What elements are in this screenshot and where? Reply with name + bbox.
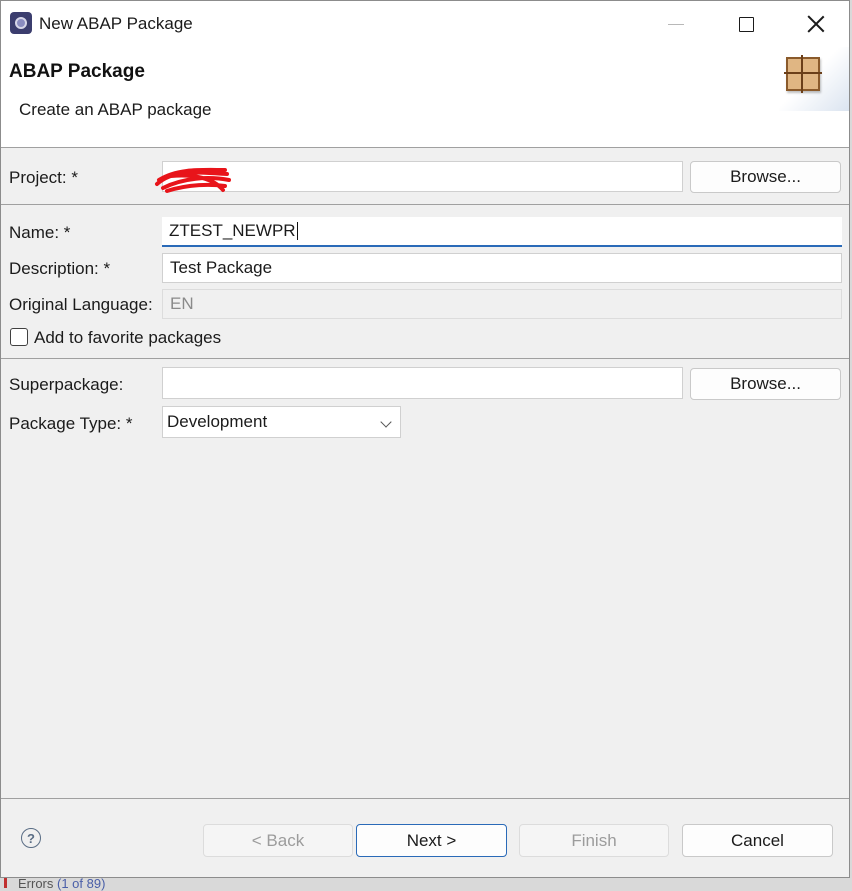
title-bar[interactable]: New ABAP Package xyxy=(1,1,849,47)
favorite-checkbox[interactable] xyxy=(10,328,28,346)
finish-button[interactable]: Finish xyxy=(519,824,669,857)
background-window-text: Errors (1 of 89) xyxy=(4,876,105,891)
name-label: Name: * xyxy=(9,223,71,242)
description-field[interactable]: Test Package xyxy=(162,253,842,283)
separator xyxy=(1,358,849,359)
cancel-button[interactable]: Cancel xyxy=(682,824,833,857)
name-field[interactable]: ZTEST_NEWPR xyxy=(162,217,842,247)
description-label: Description: * xyxy=(9,259,111,278)
original-language-field: EN xyxy=(162,289,842,319)
page-title: ABAP Package xyxy=(9,61,145,82)
project-browse-button[interactable]: Browse... xyxy=(690,161,841,193)
maximize-icon xyxy=(738,16,754,32)
close-icon xyxy=(807,15,825,33)
wizard-banner: ABAP Package Create an ABAP package xyxy=(1,47,849,148)
separator xyxy=(1,798,849,799)
package-type-label: Package Type: * xyxy=(9,414,133,433)
superpackage-field[interactable] xyxy=(162,367,683,399)
redaction-scribble xyxy=(155,167,231,193)
error-marker-icon xyxy=(4,878,7,888)
window-title: New ABAP Package xyxy=(39,14,193,33)
minimize-button[interactable] xyxy=(641,1,711,47)
errors-label: Errors xyxy=(18,876,54,891)
minimize-icon xyxy=(668,23,684,25)
package-icon xyxy=(784,55,822,93)
superpackage-browse-button[interactable]: Browse... xyxy=(690,368,841,400)
errors-count-link[interactable]: (1 of 89) xyxy=(57,876,105,891)
new-abap-package-dialog: New ABAP Package ABAP Package Create an … xyxy=(0,0,850,878)
original-language-label: Original Language: xyxy=(9,295,153,314)
page-description: Create an ABAP package xyxy=(19,100,212,119)
help-icon[interactable]: ? xyxy=(21,828,41,848)
maximize-button[interactable] xyxy=(711,1,781,47)
project-field[interactable] xyxy=(162,161,683,192)
project-label: Project: * xyxy=(9,168,78,187)
close-button[interactable] xyxy=(781,1,849,47)
text-cursor xyxy=(296,222,298,240)
package-type-select[interactable]: Development xyxy=(162,406,401,438)
favorite-checkbox-label[interactable]: Add to favorite packages xyxy=(34,328,221,348)
package-type-value: Development xyxy=(167,412,268,431)
separator xyxy=(1,204,849,205)
chevron-down-icon xyxy=(380,416,392,428)
superpackage-label: Superpackage: xyxy=(9,375,124,394)
name-field-value: ZTEST_NEWPR xyxy=(169,221,296,240)
next-button[interactable]: Next > xyxy=(356,824,507,857)
back-button[interactable]: < Back xyxy=(203,824,353,857)
eclipse-app-icon xyxy=(10,12,32,34)
